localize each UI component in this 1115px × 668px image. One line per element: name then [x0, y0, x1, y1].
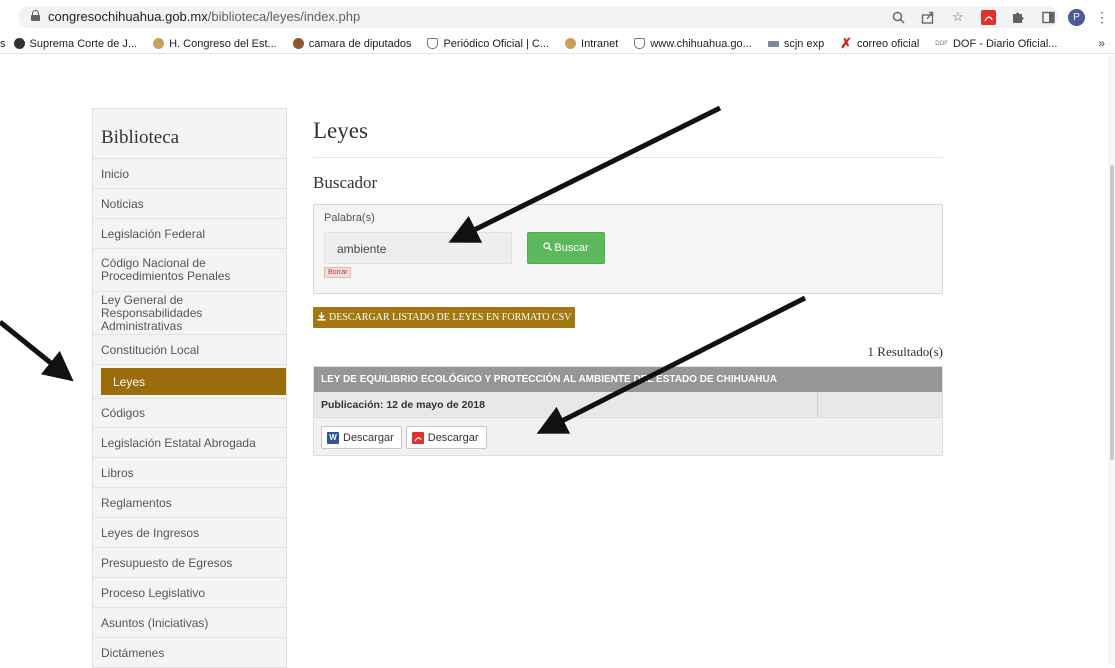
bookmark-item-3[interactable]: camara de diputados: [292, 38, 411, 50]
main-content: Leyes Buscador Palabra(s) ambiente Busca…: [313, 108, 943, 456]
dof-icon: DOF: [935, 40, 948, 47]
pdf-extension-icon[interactable]: [980, 9, 996, 25]
sidebar-item-leyes-ingresos[interactable]: Leyes de Ingresos: [93, 518, 286, 548]
url-text[interactable]: congresochihuahua.gob.mx/biblioteca/leye…: [48, 9, 360, 24]
search-panel: Palabra(s) ambiente Buscar Borrar: [313, 204, 943, 294]
globe-icon: [13, 38, 25, 49]
lock-icon[interactable]: [31, 10, 40, 21]
browser-toolbar: congresochihuahua.gob.mx/biblioteca/leye…: [0, 0, 1115, 34]
download-icon: [317, 311, 326, 324]
search-button[interactable]: Buscar: [527, 232, 605, 264]
result-publication-row: Publicación: 12 de mayo de 2018: [314, 392, 942, 418]
download-pdf-button[interactable]: Descargar: [405, 426, 487, 449]
download-pdf-label: Descargar: [427, 431, 479, 444]
profile-avatar[interactable]: P: [1068, 8, 1085, 26]
bookmark-item-6[interactable]: www.chihuahua.go...: [634, 38, 752, 50]
url-path: /biblioteca/leyes/index.php: [207, 9, 361, 24]
bookmark-item-7[interactable]: scjn exp: [767, 38, 824, 50]
congress-seal-icon: [153, 38, 165, 49]
search-button-label: Buscar: [554, 242, 589, 254]
sidebar-item-codigos[interactable]: Códigos: [93, 398, 286, 428]
sidebar-item-inicio[interactable]: Inicio: [93, 159, 286, 189]
sidebar-item-proceso-legislativo[interactable]: Proceso Legislativo: [93, 578, 286, 608]
sidebar: Biblioteca Inicio Noticias Legislación F…: [92, 108, 287, 668]
page-scrollbar[interactable]: [1108, 55, 1115, 665]
intranet-seal-icon: [565, 38, 577, 49]
bookmark-item-5[interactable]: Intranet: [565, 38, 618, 50]
sidebar-title: Biblioteca: [93, 109, 286, 159]
sidebar-item-ley-general[interactable]: Ley General de Responsabilidades Adminis…: [93, 292, 286, 335]
search-icon: [543, 242, 553, 254]
sidebar-item-presupuesto-egresos[interactable]: Presupuesto de Egresos: [93, 548, 286, 578]
result-card: LEY DE EQUILIBRIO ECOLÓGICO Y PROTECCIÓN…: [313, 366, 943, 456]
sidebar-item-legislacion-federal[interactable]: Legislación Federal: [93, 219, 286, 249]
camara-seal-icon: [292, 38, 304, 49]
search-input[interactable]: ambiente: [324, 232, 512, 264]
bookmark-star-icon[interactable]: ☆: [950, 9, 966, 25]
pdf-icon: [411, 431, 424, 444]
bookmark-item-0[interactable]: s: [0, 38, 6, 50]
bookmark-item-8[interactable]: ✗ correo oficial: [840, 35, 919, 52]
bookmarks-overflow-icon[interactable]: »: [1098, 36, 1105, 50]
column-divider: [817, 392, 818, 418]
search-label: Palabra(s): [324, 212, 375, 224]
x-mark-icon: ✗: [840, 35, 852, 51]
download-word-button[interactable]: W Descargar: [321, 426, 402, 449]
sidebar-item-codigo-nacional[interactable]: Código Nacional de Procedimientos Penale…: [93, 249, 286, 292]
clear-button[interactable]: Borrar: [324, 267, 352, 278]
zoom-icon[interactable]: [890, 9, 906, 25]
share-icon[interactable]: [920, 9, 936, 25]
results-count: 1 Resultado(s): [867, 344, 943, 359]
sidebar-item-libros[interactable]: Libros: [93, 458, 286, 488]
download-csv-label: DESCARGAR LISTADO DE LEYES EN FORMATO CS…: [329, 312, 572, 323]
extensions-puzzle-icon[interactable]: [1010, 9, 1026, 25]
sidebar-item-leyes[interactable]: Leyes: [101, 368, 286, 395]
sidebar-item-noticias[interactable]: Noticias: [93, 189, 286, 219]
bookmarks-bar: s Suprema Corte de J... H. Congreso del …: [0, 34, 1115, 54]
word-icon: W: [327, 431, 339, 444]
sidebar-item-asuntos[interactable]: Asuntos (Iniciativas): [93, 608, 286, 638]
eagle-icon: [767, 40, 779, 47]
shield-favicon-icon: [634, 38, 646, 49]
download-buttons: W Descargar Descargar: [314, 418, 942, 449]
sidebar-item-reglamentos[interactable]: Reglamentos: [93, 488, 286, 518]
download-csv-button[interactable]: DESCARGAR LISTADO DE LEYES EN FORMATO CS…: [313, 307, 576, 328]
result-title: LEY DE EQUILIBRIO ECOLÓGICO Y PROTECCIÓN…: [314, 367, 942, 392]
scrollbar-thumb[interactable]: [1110, 165, 1114, 460]
download-word-label: Descargar: [343, 431, 394, 444]
menu-kebab-icon[interactable]: ⋮: [1095, 10, 1109, 24]
url-host: congresochihuahua.gob.mx: [48, 9, 208, 24]
shield-favicon-icon: [427, 38, 439, 49]
side-panel-icon[interactable]: [1040, 9, 1056, 25]
bookmark-item-1[interactable]: Suprema Corte de J...: [13, 38, 137, 50]
bookmark-item-2[interactable]: H. Congreso del Est...: [153, 38, 277, 50]
result-publication: Publicación: 12 de mayo de 2018: [321, 398, 485, 411]
sidebar-item-legislacion-abrogada[interactable]: Legislación Estatal Abrogada: [93, 428, 286, 458]
sidebar-item-dictamenes[interactable]: Dictámenes: [93, 638, 286, 668]
sidebar-item-constitucion-local[interactable]: Constitución Local: [93, 335, 286, 365]
search-heading: Buscador: [313, 173, 378, 192]
bookmark-item-4[interactable]: Periódico Oficial | C...: [427, 38, 549, 50]
bookmark-item-9[interactable]: DOF DOF - Diario Oficial...: [935, 38, 1057, 50]
arrow-to-leyes-menu: [0, 320, 74, 382]
page-title: Leyes: [313, 108, 943, 158]
